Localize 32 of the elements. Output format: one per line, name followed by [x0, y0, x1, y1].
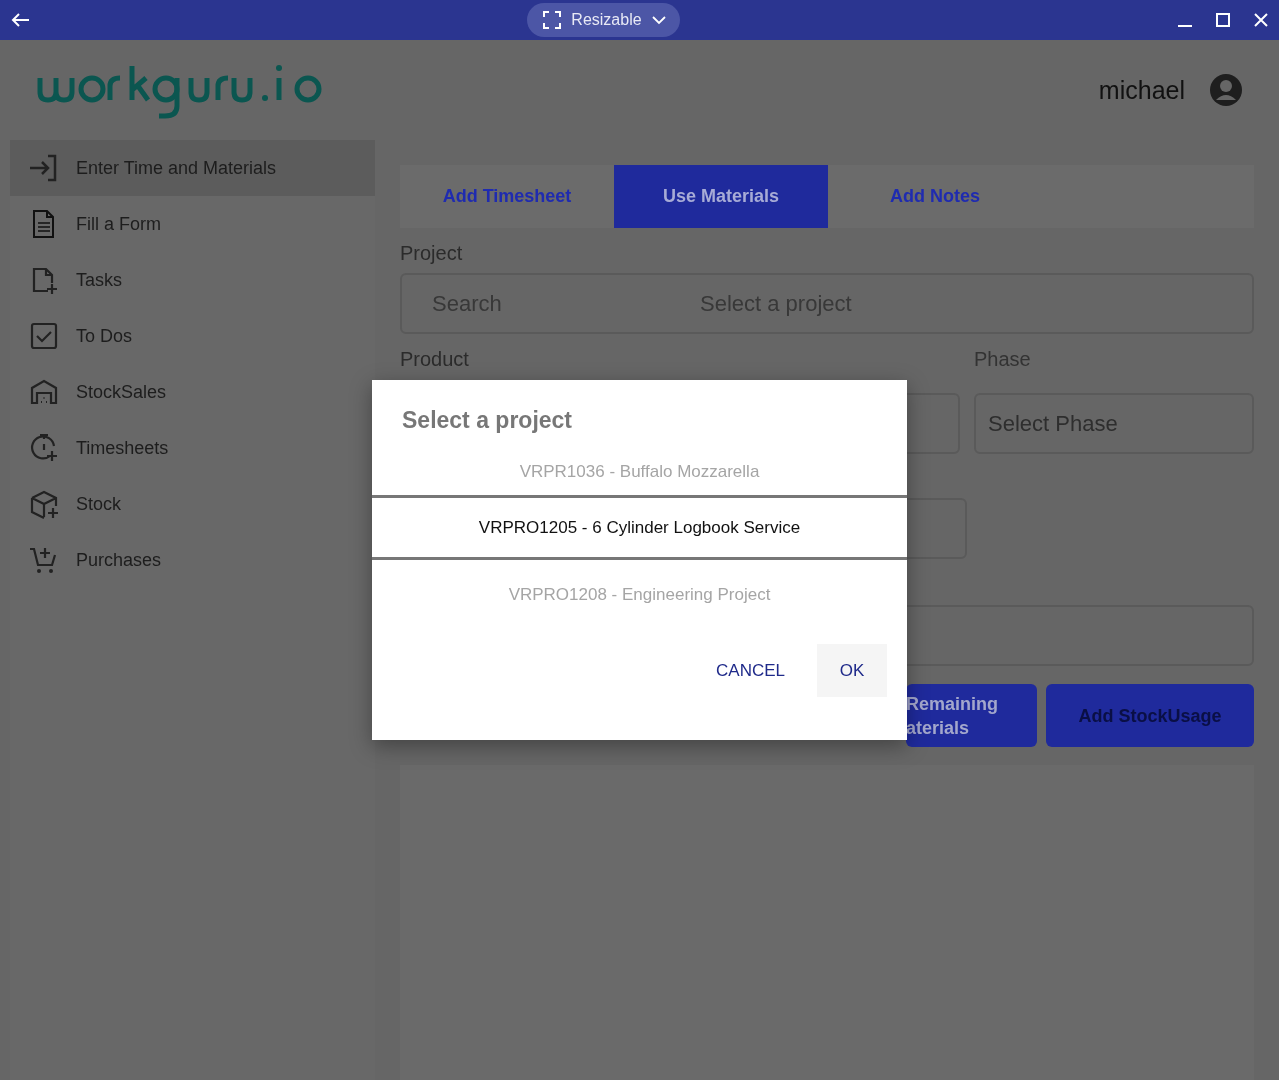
dialog-title: Select a project [401, 406, 574, 434]
window-mode-button[interactable]: Resizable [527, 3, 680, 37]
tab[interactable]: Use Materials [614, 165, 828, 228]
chevron-down-icon [651, 15, 666, 25]
sidebar-item[interactable]: Fill a Form [10, 196, 375, 252]
project-option[interactable]: VRPRO1208 - Engineering Project [372, 560, 907, 630]
tab[interactable]: Add Notes [828, 165, 1042, 228]
field-label: Product [400, 348, 470, 371]
account-icon[interactable] [1209, 73, 1243, 107]
action-button[interactable]: Remaining aterials [906, 684, 1037, 747]
sidebar-item[interactable]: Stock [10, 476, 375, 532]
close-icon[interactable] [1253, 12, 1269, 28]
resize-icon [543, 11, 562, 29]
project-option[interactable]: VRPR1036 - Buffalo Mozzarella [372, 448, 907, 495]
back-arrow-icon[interactable] [10, 12, 30, 28]
sidebar-item[interactable]: Enter Time and Materials [10, 140, 375, 196]
user-name: michael [1098, 75, 1185, 105]
tab[interactable]: Add Timesheet [400, 165, 614, 228]
sidebar-item[interactable]: To Dos [10, 308, 375, 364]
package-icon [28, 488, 60, 520]
field-label: Project [400, 242, 464, 265]
checkbox-icon [28, 320, 60, 352]
maximize-icon[interactable] [1215, 12, 1231, 28]
sidebar-item[interactable]: Purchases [10, 532, 375, 588]
sidebar-item[interactable]: Timesheets [10, 420, 375, 476]
ok-button[interactable]: OK [817, 644, 887, 697]
cancel-button[interactable]: CANCEL [704, 644, 797, 697]
phase-field[interactable]: Select Phase [974, 393, 1254, 454]
project-option[interactable]: VRPRO1205 - 6 Cylinder Logbook Service [372, 498, 907, 557]
stopwatch-icon [28, 432, 60, 464]
sidebar-item[interactable]: Tasks [10, 252, 375, 308]
sidebar-item[interactable]: StockSales [10, 364, 375, 420]
